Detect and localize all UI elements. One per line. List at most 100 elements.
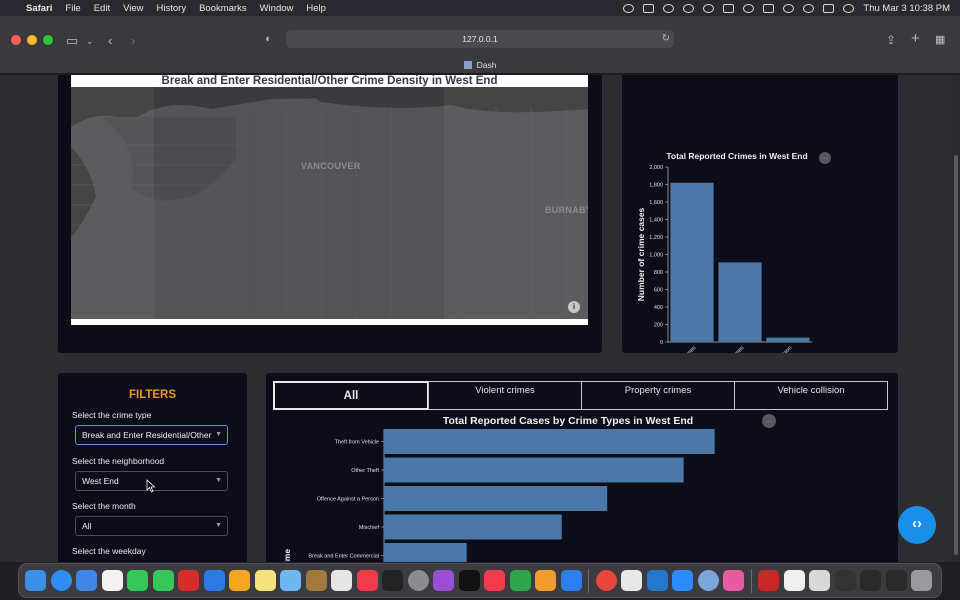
siri-icon[interactable] [843, 3, 855, 13]
dash-favicon-icon [463, 61, 472, 69]
control-center-icon[interactable] [823, 3, 835, 13]
calendar-icon[interactable] [101, 570, 123, 591]
sidebar-icon[interactable]: ▭ [66, 33, 78, 49]
month-label: Select the month [72, 501, 136, 511]
privacy-shield-icon[interactable]: ◖ [264, 33, 271, 45]
back-icon[interactable]: ‹ [108, 33, 112, 48]
menu-window[interactable]: Window [260, 3, 294, 14]
podcasts-icon[interactable] [433, 570, 454, 591]
y-tick-label: 0 [660, 340, 663, 346]
terminal-icon[interactable] [382, 570, 403, 591]
y-tick-label: Theft from Vehicle [335, 440, 379, 446]
notes-icon[interactable] [254, 570, 276, 591]
filters-panel: FILTERS Select the crime type Break and … [58, 373, 247, 562]
bluetooth-icon[interactable] [743, 3, 755, 13]
menu-app-name[interactable]: Safari [26, 3, 52, 14]
system-preferences-icon[interactable] [407, 570, 429, 591]
zoom-window-button[interactable] [43, 35, 53, 45]
map-canvas[interactable]: VANCOUVER BURNABY i [71, 87, 588, 319]
menu-file[interactable]: File [65, 3, 80, 14]
scrollbar-thumb[interactable] [954, 155, 958, 555]
new-tab-icon[interactable]: + [911, 30, 920, 47]
messages-icon[interactable] [152, 570, 174, 591]
rstudio-icon[interactable] [697, 570, 719, 591]
dock-separator [750, 568, 752, 593]
menu-clock[interactable]: Thu Mar 3 10:38 PM [863, 3, 950, 14]
screen-share-icon[interactable] [643, 3, 655, 13]
books-icon[interactable] [305, 570, 327, 591]
bar [384, 543, 467, 562]
menu-history[interactable]: History [157, 3, 187, 14]
slack-icon[interactable] [621, 570, 642, 591]
tab-overview-icon[interactable]: ▦ [935, 33, 945, 46]
vpn-icon[interactable] [683, 3, 695, 13]
vscode-icon[interactable] [646, 570, 668, 591]
menu-bookmarks[interactable]: Bookmarks [199, 3, 247, 14]
music-icon[interactable] [356, 570, 378, 591]
spotlight-search-icon[interactable] [803, 3, 815, 13]
chevron-down-icon[interactable]: ⌄ [86, 36, 94, 47]
reminders-icon[interactable] [331, 570, 352, 591]
close-window-button[interactable] [11, 35, 21, 45]
neighborhood-label: Select the neighborhood [72, 456, 165, 466]
share-icon[interactable]: ⇪ [886, 33, 896, 47]
map-info-icon[interactable]: i [568, 301, 580, 313]
acrobat-icon[interactable] [178, 570, 199, 591]
terminal-window-icon[interactable] [885, 570, 907, 591]
map-label-city: VANCOUVER [301, 161, 361, 171]
month-dropdown[interactable]: All ▼ [75, 516, 228, 536]
y-tick-label: 400 [654, 305, 663, 311]
tab-violent-crimes[interactable]: Violent crimes [428, 381, 582, 410]
terminal-window-icon[interactable] [860, 570, 881, 591]
macos-dock [18, 563, 942, 598]
tab-vehicle-collision[interactable]: Vehicle collision [734, 381, 888, 410]
app-store-icon[interactable] [560, 570, 582, 591]
dock-separator [588, 568, 589, 593]
pages-icon[interactable] [535, 570, 556, 591]
dash-page: Break and Enter Residential/Other Crime … [0, 75, 952, 562]
keynote-icon[interactable] [203, 570, 225, 591]
numbers-icon[interactable] [509, 570, 531, 591]
status-icon[interactable] [663, 3, 675, 13]
y-tick-label: 1,200 [649, 235, 663, 241]
window-thumbnail-icon[interactable] [834, 570, 856, 591]
pdf-document-icon[interactable] [758, 570, 779, 591]
bar [384, 514, 562, 540]
chrome-icon[interactable] [595, 570, 617, 591]
bar [670, 182, 714, 342]
page-scrollbar[interactable] [952, 75, 960, 562]
finder-icon[interactable] [25, 570, 46, 591]
maps-icon[interactable] [280, 570, 301, 591]
spreadsheet-icon[interactable] [809, 570, 830, 591]
record-icon[interactable] [623, 3, 635, 13]
menu-help[interactable]: Help [306, 3, 326, 14]
code-brackets-icon[interactable]: ‹› [898, 506, 936, 544]
wifi-icon[interactable] [783, 3, 795, 13]
zoom-icon[interactable] [672, 570, 693, 591]
app-icon[interactable] [723, 570, 744, 591]
tab-all[interactable]: All [273, 381, 429, 410]
browser-toolbar: ▭ ⌄ ‹ › ◖ 127.0.0.1 ↻ ⇪ + ▦ Dash [0, 16, 960, 74]
photos-icon[interactable] [229, 570, 250, 591]
minimize-window-button[interactable] [27, 35, 37, 45]
y-tick-label: 1,400 [649, 218, 663, 224]
tab-property-crimes[interactable]: Property crimes [581, 381, 735, 410]
keyboard-icon[interactable] [723, 3, 735, 13]
battery-icon[interactable] [763, 3, 775, 13]
browser-tab[interactable]: Dash [0, 56, 960, 74]
y-tick-label: 200 [654, 323, 663, 329]
mail-icon[interactable] [76, 570, 97, 591]
safari-icon[interactable] [50, 570, 72, 591]
apple-tv-icon[interactable] [458, 570, 480, 591]
trash-icon[interactable] [911, 570, 932, 591]
x-tick-label: Vehicle collision [762, 345, 794, 353]
facetime-icon[interactable] [127, 570, 148, 591]
menu-view[interactable]: View [123, 3, 143, 14]
news-icon[interactable] [484, 570, 505, 591]
reload-icon[interactable]: ↻ [662, 30, 670, 48]
document-icon[interactable] [783, 570, 805, 591]
menu-edit[interactable]: Edit [94, 3, 110, 14]
globe-icon[interactable] [703, 3, 715, 13]
address-bar[interactable]: 127.0.0.1 ↻ [286, 30, 674, 48]
crime-type-dropdown[interactable]: Break and Enter Residential/Other ▼ [75, 425, 228, 445]
